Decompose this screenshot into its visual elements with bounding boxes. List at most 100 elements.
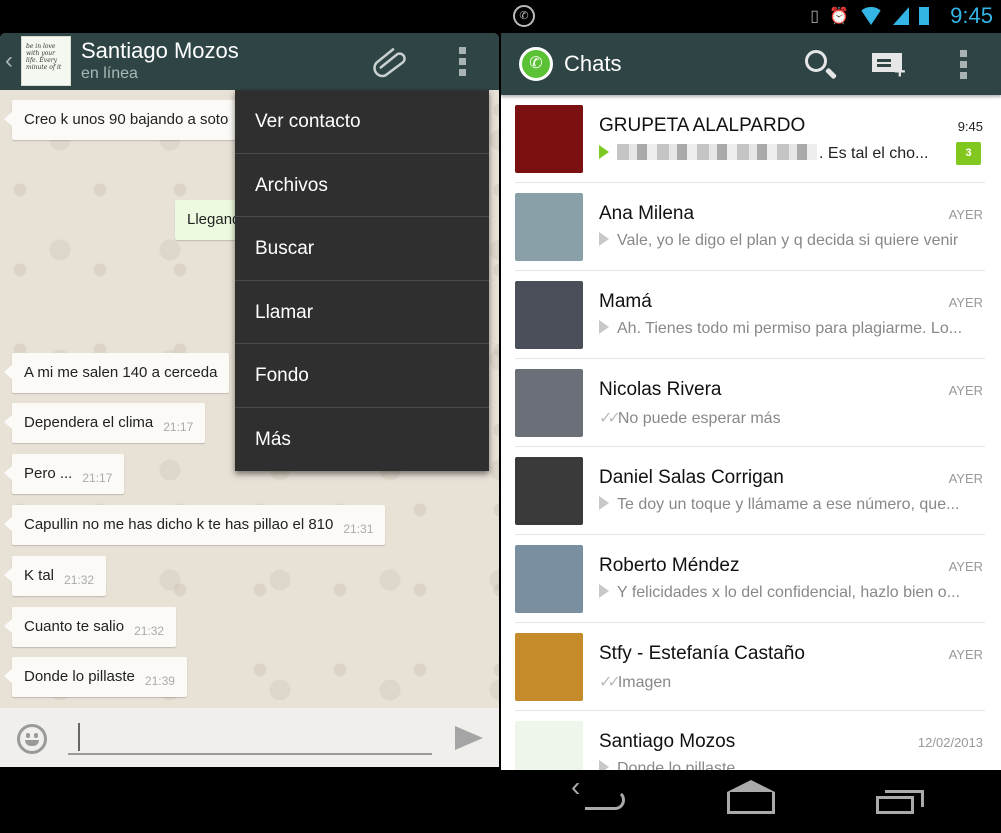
chat-list-item[interactable]: Ana Milena AYER Vale, yo le digo el plan y… — [515, 183, 985, 271]
play-arrow-icon — [599, 232, 609, 246]
play-arrow-icon — [599, 145, 609, 159]
back-button-icon[interactable] — [571, 771, 625, 810]
battery-icon — [919, 7, 929, 25]
menu-item-m-s[interactable]: Más — [235, 408, 489, 472]
message-time: 21:32 — [134, 624, 165, 638]
conversation-screen: ‹ be in love with your life. Every minut… — [0, 33, 499, 767]
preview-text: Imagen — [617, 674, 672, 691]
chat-time: AYER — [948, 647, 983, 662]
alarm-icon: ⏰ — [829, 8, 849, 25]
emoji-icon[interactable] — [17, 724, 47, 754]
chat-time: 12/02/2013 — [917, 735, 983, 750]
chat-time: AYER — [948, 207, 983, 222]
chat-list-item[interactable]: Nicolas Rivera AYER ✓✓ No puede esperar más — [515, 359, 985, 447]
chat-list-item[interactable]: Roberto Méndez AYER Y felicidades x lo del… — [515, 535, 985, 623]
chat-time: AYER — [948, 471, 983, 486]
chat-list-item[interactable]: Santiago Mozos 12/02/2013 Donde lo pillast… — [515, 711, 985, 770]
menu-item-fondo[interactable]: Fondo — [235, 344, 489, 408]
avatar[interactable] — [515, 721, 583, 770]
double-check-icon: ✓✓ — [599, 410, 621, 427]
chat-time: AYER — [948, 559, 983, 574]
avatar[interactable] — [515, 633, 583, 701]
chat-preview: Donde lo pillaste — [599, 760, 735, 770]
message-text: Donde lo pillaste — [24, 668, 135, 685]
message-time: 21:39 — [144, 674, 175, 688]
message-bubble[interactable]: Dependera el clima 21:17 — [3, 403, 206, 443]
message-bubble[interactable]: Creo k unos 90 bajando a soto — [3, 100, 241, 140]
contact-name[interactable]: Santiago Mozos — [81, 38, 239, 64]
chat-list-item[interactable]: GRUPETA ALALPARDO 9:45 . Es tal el cho... 3 — [515, 95, 985, 183]
message-bubble[interactable]: Capullin no me has dicho k te has pillao… — [3, 505, 386, 545]
message-bubble[interactable]: Cuanto te salio 21:32 — [3, 607, 177, 647]
overflow-menu-icon[interactable] — [960, 50, 968, 79]
chat-name: Mamá — [599, 291, 652, 312]
chat-preview: Ah. Tienes todo mi permiso para plagiarm… — [599, 320, 962, 338]
chat-time: 9:45 — [957, 119, 983, 134]
message-text: Cuanto te salio — [24, 618, 125, 635]
chat-list-item[interactable]: Daniel Salas Corrigan AYER Te doy un toque… — [515, 447, 985, 535]
overflow-menu: Ver contacto Archivos Buscar Llamar Fondo Más — [235, 90, 489, 471]
avatar[interactable] — [515, 193, 583, 261]
text-cursor — [78, 723, 80, 751]
back-icon[interactable]: ‹ — [5, 47, 13, 75]
chat-name: Roberto Méndez — [599, 555, 740, 576]
home-button-icon[interactable] — [727, 780, 775, 814]
chat-name: Santiago Mozos — [599, 731, 736, 752]
preview-text: Donde lo pillaste — [617, 760, 736, 770]
contact-avatar[interactable]: be in love with your life. Every minute … — [21, 36, 71, 86]
chat-time: AYER — [948, 383, 983, 398]
message-bubble[interactable]: K tal 21:32 — [3, 556, 107, 596]
avatar[interactable] — [515, 369, 583, 437]
menu-item-ver-contacto[interactable]: Ver contacto — [235, 90, 489, 154]
chat-preview: ✓✓ No puede esperar más — [599, 408, 781, 428]
composer — [0, 708, 499, 767]
overflow-menu-icon[interactable] — [459, 47, 467, 76]
chat-name: Stfy - Estefanía Castaño — [599, 643, 805, 664]
avatar[interactable] — [515, 281, 583, 349]
chat-preview: ✓✓ Imagen — [599, 672, 671, 692]
message-time: 21:17 — [163, 420, 194, 434]
menu-item-buscar[interactable]: Buscar — [235, 217, 489, 281]
message-bubble[interactable]: Pero ... 21:17 — [3, 454, 125, 494]
play-arrow-icon — [599, 496, 609, 510]
chat-list-item[interactable]: Mamá AYER Ah. Tienes todo mi permiso para … — [515, 271, 985, 359]
whatsapp-logo-icon: ✆ — [519, 47, 553, 81]
message-text: Pero ... — [24, 465, 73, 482]
new-chat-plus-icon: + — [894, 61, 906, 83]
send-icon[interactable] — [455, 726, 483, 750]
message-text: Dependera el clima — [24, 414, 154, 431]
chat-list-item[interactable]: Stfy - Estefanía Castaño AYER ✓✓ Imagen — [515, 623, 985, 711]
avatar[interactable] — [515, 545, 583, 613]
chats-screen: ✆ Chats + GRUPETA ALALPARDO 9:45 . Es tal … — [501, 33, 1001, 770]
recent-apps-icon[interactable] — [876, 790, 924, 814]
chat-name: Daniel Salas Corrigan — [599, 467, 784, 488]
preview-text: No puede esperar más — [617, 410, 781, 427]
message-time: 21:31 — [343, 522, 374, 536]
page-title: Chats — [564, 51, 622, 76]
redacted-text — [617, 144, 817, 160]
avatar[interactable] — [515, 105, 583, 173]
menu-item-archivos[interactable]: Archivos — [235, 154, 489, 217]
vibrate-icon: ▯ — [810, 8, 820, 25]
message-bubble[interactable]: A mi me salen 140 a cerceda — [3, 353, 230, 393]
chat-preview: . Es tal el cho... — [599, 144, 928, 163]
chat-preview: Te doy un toque y llámame a ese número, … — [599, 496, 959, 514]
chat-list: GRUPETA ALALPARDO 9:45 . Es tal el cho... 3… — [501, 95, 1001, 770]
search-icon[interactable] — [805, 50, 827, 72]
message-text: A mi me salen 140 a cerceda — [24, 364, 218, 381]
message-input[interactable] — [68, 721, 432, 755]
status-time: 9:45 — [950, 3, 993, 28]
chats-header: ✆ Chats + — [501, 33, 1001, 95]
unread-badge: 3 — [956, 142, 981, 165]
play-arrow-icon — [599, 760, 609, 770]
message-bubble[interactable]: Donde lo pillaste 21:39 — [4, 657, 187, 697]
avatar[interactable] — [515, 457, 583, 525]
chat-name: Nicolas Rivera — [599, 379, 722, 400]
whatsapp-notification-icon: ✆ — [513, 5, 535, 27]
paperclip-icon[interactable] — [372, 43, 408, 79]
double-check-icon: ✓✓ — [599, 674, 621, 691]
preview-text: Vale, yo le digo el plan y q decida si q… — [617, 232, 959, 249]
status-bar: ✆ ▯ ⏰ 9:45 — [501, 0, 1001, 33]
menu-item-llamar[interactable]: Llamar — [235, 281, 489, 344]
play-arrow-icon — [599, 320, 609, 334]
